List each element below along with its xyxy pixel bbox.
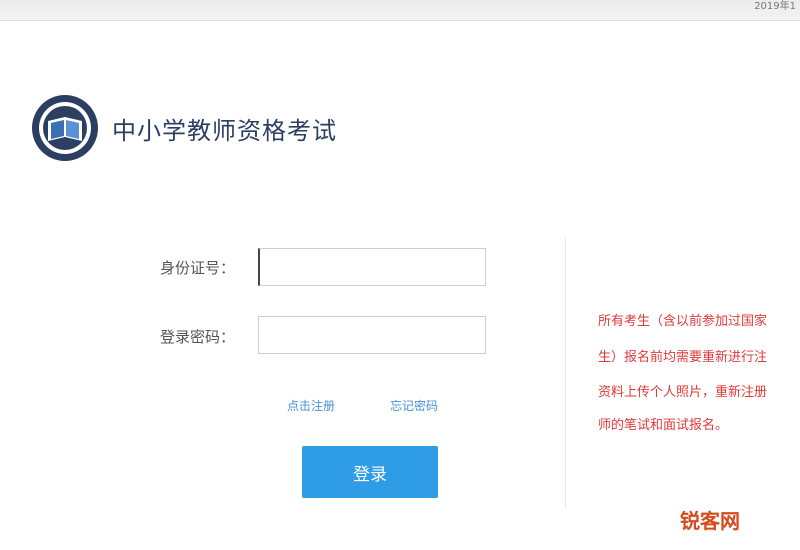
password-label: 登录密码： xyxy=(160,328,236,346)
site-watermark: 锐客网 xyxy=(680,509,740,533)
site-title: 中小学教师资格考试 xyxy=(112,117,337,145)
top-bar-date-text: 2019年1 xyxy=(754,1,796,12)
browser-top-bar: 2019年1 xyxy=(0,0,800,21)
notice-line: 所有考生（含以前参加过国家 xyxy=(598,314,768,329)
exam-logo-icon xyxy=(32,95,98,161)
vertical-divider xyxy=(565,238,566,508)
login-button[interactable]: 登录 xyxy=(302,446,438,498)
password-input[interactable] xyxy=(258,316,486,354)
forgot-password-link[interactable]: 忘记密码 xyxy=(390,397,438,414)
notice-line: 资料上传个人照片，重新注册 xyxy=(598,385,768,400)
id-number-input[interactable] xyxy=(258,248,486,286)
notice-line: 生）报名前均需要重新进行注 xyxy=(598,350,768,365)
id-number-label: 身份证号： xyxy=(160,259,236,277)
notice-line: 师的笔试和面试报名。 xyxy=(598,418,729,433)
register-link[interactable]: 点击注册 xyxy=(287,397,335,414)
